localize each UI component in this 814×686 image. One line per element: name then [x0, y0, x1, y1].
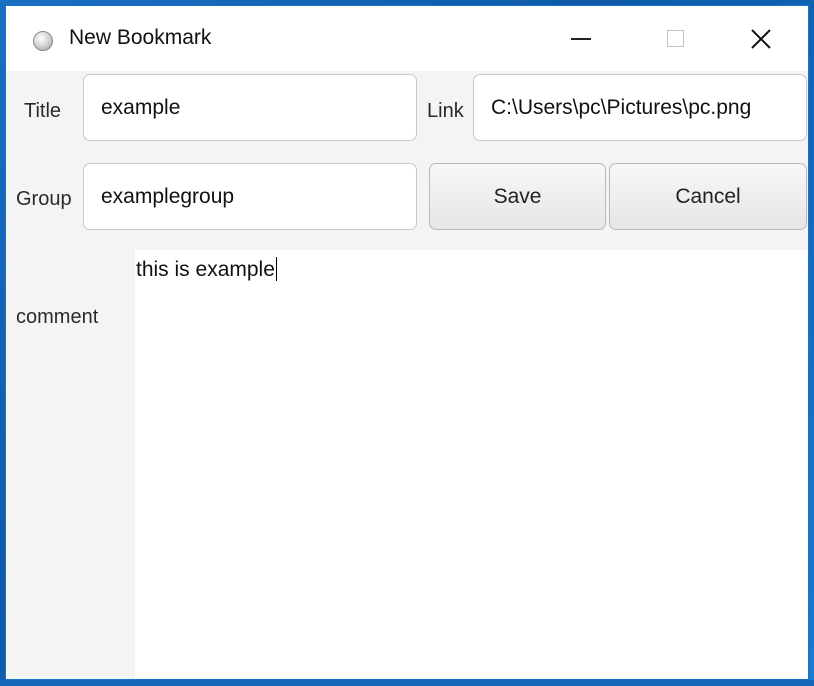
link-label: Link [427, 100, 464, 122]
close-icon [751, 28, 771, 49]
text-caret [275, 257, 277, 281]
app-icon [33, 31, 53, 51]
desktop-taskbar-edge [0, 680, 814, 686]
link-input[interactable]: C:\Users\pc\Pictures\pc.png [473, 74, 807, 141]
title-label: Title [24, 100, 62, 122]
comment-textarea[interactable]: this is example [135, 250, 808, 679]
window-title: New Bookmark [69, 26, 212, 49]
minimize-button[interactable] [534, 6, 628, 71]
maximize-icon [666, 30, 684, 47]
title-bar[interactable]: New Bookmark [6, 6, 808, 71]
cancel-button[interactable]: Cancel [609, 163, 807, 230]
save-button[interactable]: Save [429, 163, 606, 230]
group-input[interactable]: examplegroup [83, 163, 417, 230]
close-button[interactable] [714, 6, 808, 71]
comment-text: this is example [136, 258, 275, 281]
new-bookmark-window: New Bookmark Title example Link C:\Users… [5, 5, 809, 680]
minimize-icon [571, 37, 591, 40]
title-input[interactable]: example [83, 74, 417, 141]
bookmark-form: Title example Link C:\Users\pc\Pictures\… [6, 71, 808, 679]
maximize-button[interactable] [628, 6, 722, 71]
group-label: Group [16, 188, 72, 210]
comment-label: comment [16, 306, 99, 328]
